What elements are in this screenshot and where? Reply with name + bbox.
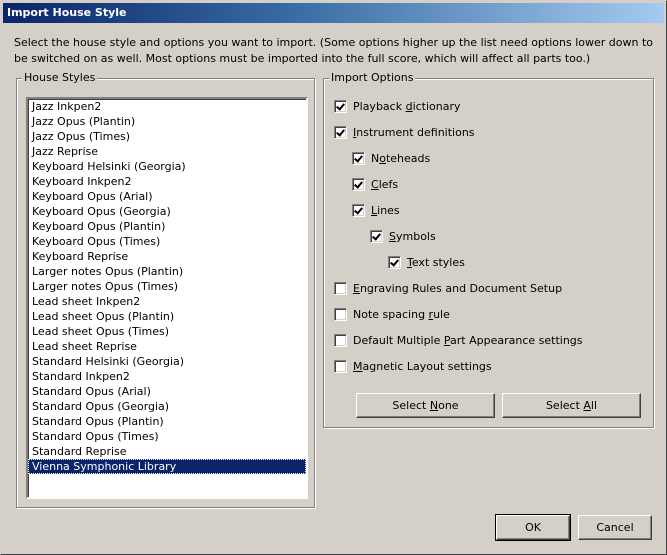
option-playback-dictionary[interactable]: Playback dictionary: [334, 98, 461, 114]
magnetic-layout-settings-checkbox[interactable]: [334, 359, 347, 373]
clefs-checkbox[interactable]: [352, 177, 365, 191]
select-all-button[interactable]: Select All: [502, 393, 641, 418]
house-style-item[interactable]: Lead sheet Reprise: [28, 339, 306, 354]
house-style-item[interactable]: Keyboard Opus (Times): [28, 234, 306, 249]
noteheads-label: Noteheads: [371, 151, 431, 165]
option-text-styles[interactable]: Text styles: [388, 254, 465, 270]
house-style-item[interactable]: Standard Opus (Georgia): [28, 399, 306, 414]
house-style-item[interactable]: Lead sheet Opus (Plantin): [28, 309, 306, 324]
house-style-item[interactable]: Keyboard Opus (Arial): [28, 189, 306, 204]
house-style-item[interactable]: Keyboard Opus (Georgia): [28, 204, 306, 219]
house-style-item[interactable]: Keyboard Inkpen2: [28, 174, 306, 189]
note-spacing-rule-checkbox[interactable]: [334, 307, 347, 321]
house-style-item[interactable]: Lead sheet Inkpen2: [28, 294, 306, 309]
noteheads-checkbox[interactable]: [352, 151, 365, 165]
option-magnetic-layout-settings[interactable]: Magnetic Layout settings: [334, 358, 492, 374]
import-house-style-dialog: Import House Style Select the house styl…: [0, 0, 667, 555]
default-multiple-part-appearance-checkbox[interactable]: [334, 333, 347, 347]
house-style-item[interactable]: Vienna Symphonic Library: [28, 459, 306, 474]
import-options-label: Import Options: [329, 71, 416, 84]
symbols-label: Symbols: [389, 229, 436, 243]
house-style-item[interactable]: Jazz Opus (Plantin): [28, 114, 306, 129]
instrument-definitions-checkbox[interactable]: [334, 125, 347, 139]
option-default-multiple-part-appearance[interactable]: Default Multiple Part Appearance setting…: [334, 332, 583, 348]
default-multiple-part-appearance-label: Default Multiple Part Appearance setting…: [353, 333, 583, 347]
dialog-title: Import House Style: [7, 6, 127, 19]
option-noteheads[interactable]: Noteheads: [352, 150, 430, 166]
magnetic-layout-settings-label: Magnetic Layout settings: [353, 359, 492, 373]
house-style-item[interactable]: Larger notes Opus (Plantin): [28, 264, 306, 279]
house-style-item[interactable]: Standard Opus (Plantin): [28, 414, 306, 429]
option-instrument-definitions[interactable]: Instrument definitions: [334, 124, 475, 140]
option-note-spacing-rule[interactable]: Note spacing rule: [334, 306, 450, 322]
option-symbols[interactable]: Symbols: [370, 228, 436, 244]
house-style-item[interactable]: Standard Opus (Arial): [28, 384, 306, 399]
house-style-item[interactable]: Jazz Inkpen2: [28, 99, 306, 114]
house-style-item[interactable]: Standard Reprise: [28, 444, 306, 459]
house-styles-label: House Styles: [22, 71, 98, 84]
cancel-button[interactable]: Cancel: [578, 515, 652, 540]
playback-dictionary-checkbox[interactable]: [334, 99, 347, 113]
title-bar[interactable]: Import House Style: [3, 3, 664, 23]
engraving-rules-label: Engraving Rules and Document Setup: [353, 281, 563, 295]
lines-label: Lines: [371, 203, 400, 217]
house-style-item[interactable]: Keyboard Helsinki (Georgia): [28, 159, 306, 174]
house-style-item[interactable]: Standard Helsinki (Georgia): [28, 354, 306, 369]
house-style-item[interactable]: Larger notes Opus (Times): [28, 279, 306, 294]
option-lines[interactable]: Lines: [352, 202, 400, 218]
house-style-item[interactable]: Standard Inkpen2: [28, 369, 306, 384]
text-styles-label: Text styles: [407, 255, 465, 269]
house-style-item[interactable]: Standard Opus (Times): [28, 429, 306, 444]
option-clefs[interactable]: Clefs: [352, 176, 398, 192]
lines-checkbox[interactable]: [352, 203, 365, 217]
note-spacing-rule-label: Note spacing rule: [353, 307, 450, 321]
text-styles-checkbox[interactable]: [388, 255, 401, 269]
house-styles-listbox[interactable]: Jazz Inkpen2 Jazz Opus (Plantin) Jazz Opus…: [26, 97, 308, 499]
house-style-item[interactable]: Keyboard Opus (Plantin): [28, 219, 306, 234]
instrument-definitions-label: Instrument definitions: [353, 125, 475, 139]
select-none-button[interactable]: Select None: [356, 393, 495, 418]
house-style-item[interactable]: Jazz Opus (Times): [28, 129, 306, 144]
instructions-text: Select the house style and options you w…: [14, 36, 654, 65]
house-style-item[interactable]: Jazz Reprise: [28, 144, 306, 159]
option-engraving-rules[interactable]: Engraving Rules and Document Setup: [334, 280, 562, 296]
engraving-rules-checkbox[interactable]: [334, 281, 347, 295]
symbols-checkbox[interactable]: [370, 229, 383, 243]
house-style-item[interactable]: Keyboard Reprise: [28, 249, 306, 264]
playback-dictionary-label: Playback dictionary: [353, 99, 461, 113]
house-style-item[interactable]: Lead sheet Opus (Times): [28, 324, 306, 339]
ok-button[interactable]: OK: [495, 514, 571, 541]
clefs-label: Clefs: [371, 177, 399, 191]
